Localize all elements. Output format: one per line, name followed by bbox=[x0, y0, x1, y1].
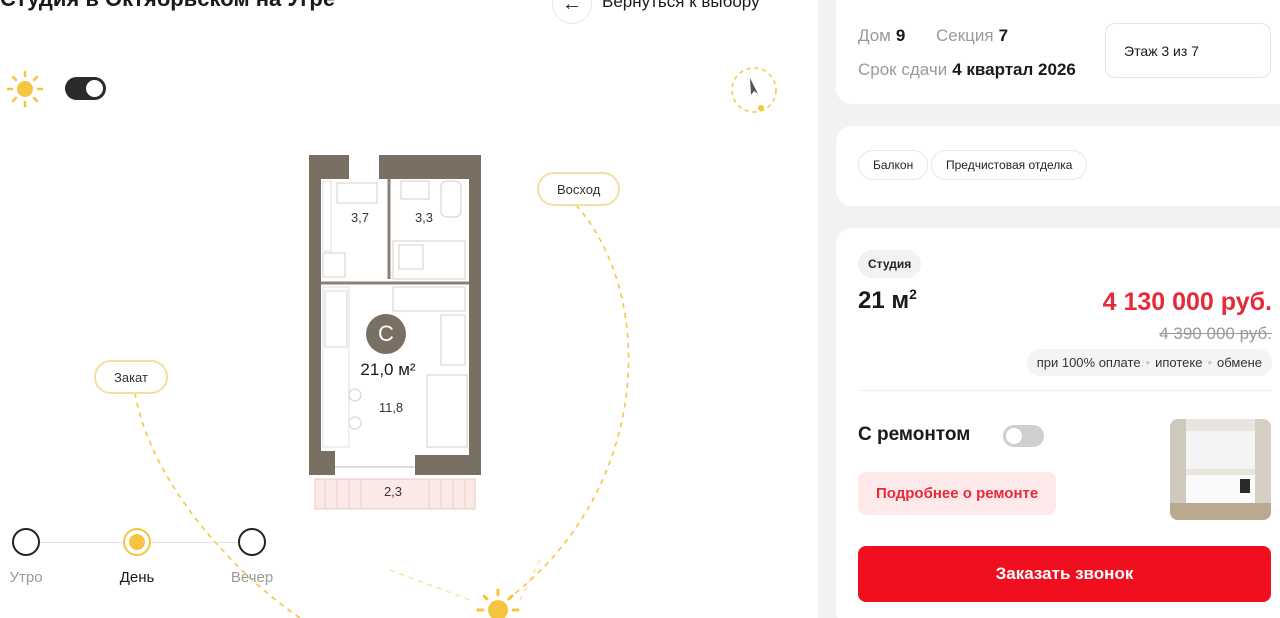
room-kitchen-area: 3,3 bbox=[415, 210, 433, 225]
time-day-radio[interactable] bbox=[123, 528, 151, 556]
repair-preview-image[interactable] bbox=[1170, 419, 1271, 520]
tag-balcony: Балкон bbox=[858, 150, 929, 180]
tag-finishing: Предчистовая отделка bbox=[931, 150, 1088, 180]
deadline-info: Срок сдачи 4 квартал 2026 bbox=[858, 60, 1076, 79]
sun-icon bbox=[6, 70, 44, 108]
room-balcony-area: 2,3 bbox=[384, 484, 402, 499]
repair-details-button[interactable]: Подробнее о ремонте bbox=[858, 472, 1057, 515]
sunset-label: Закат bbox=[94, 360, 168, 394]
details-card: Дом 9 Секция 7 Срок сдачи 4 квартал 2026 Эт… bbox=[836, 0, 1280, 104]
time-evening-radio[interactable] bbox=[238, 528, 266, 556]
floor-plan: C 21,0 м² 3,7 3,3 11,8 2,3 bbox=[309, 155, 481, 510]
time-day-label: День bbox=[119, 569, 155, 586]
plan-type-letter: C bbox=[378, 321, 394, 346]
time-morning-radio[interactable] bbox=[12, 528, 40, 556]
room-bath-area: 3,7 bbox=[351, 210, 369, 225]
section-info: Секция 7 bbox=[936, 26, 1009, 45]
condition-mortgage: ипотеке bbox=[1155, 355, 1203, 370]
time-of-day-selector: Утро День Вечер bbox=[0, 528, 300, 598]
info-panel: Дом 9 Секция 7 Срок сдачи 4 квартал 2026 Эт… bbox=[818, 0, 1280, 618]
plan-panel: Студия в Октябрьском на Угре ← Вернуться… bbox=[0, 0, 818, 618]
tags-card: Балкон Предчистовая отделка bbox=[836, 126, 1280, 206]
sunlight-toggle[interactable] bbox=[65, 77, 106, 100]
repair-toggle[interactable] bbox=[1003, 425, 1044, 447]
time-morning-label: Утро bbox=[9, 569, 43, 586]
room-main-area: 11,8 bbox=[379, 400, 403, 415]
apartment-type-badge: Студия bbox=[858, 250, 922, 278]
old-price: 4 390 000 руб. bbox=[1159, 324, 1272, 343]
condition-full-payment: при 100% оплате bbox=[1036, 355, 1141, 370]
price: 4 130 000 руб. bbox=[1102, 288, 1272, 316]
compass-icon bbox=[731, 67, 777, 113]
sunrise-label: Восход bbox=[537, 172, 621, 206]
condition-exchange: обмене bbox=[1217, 355, 1262, 370]
offer-card: Студия 21 м2 4 130 000 руб. 4 390 000 ру… bbox=[836, 228, 1280, 618]
plan-area: 21,0 м² bbox=[360, 360, 415, 379]
house-info: Дом 9 bbox=[858, 26, 906, 45]
sun-position-icon bbox=[476, 588, 520, 618]
apartment-area: 21 м2 bbox=[858, 286, 917, 314]
floor-selector[interactable]: Этаж 3 из 7 bbox=[1105, 23, 1271, 78]
repair-label: С ремонтом bbox=[858, 424, 971, 445]
price-conditions: при 100% оплате • ипотеке • обмене bbox=[1026, 349, 1272, 376]
time-evening-label: Вечер bbox=[230, 569, 274, 586]
order-call-button[interactable]: Заказать звонок bbox=[858, 546, 1271, 602]
